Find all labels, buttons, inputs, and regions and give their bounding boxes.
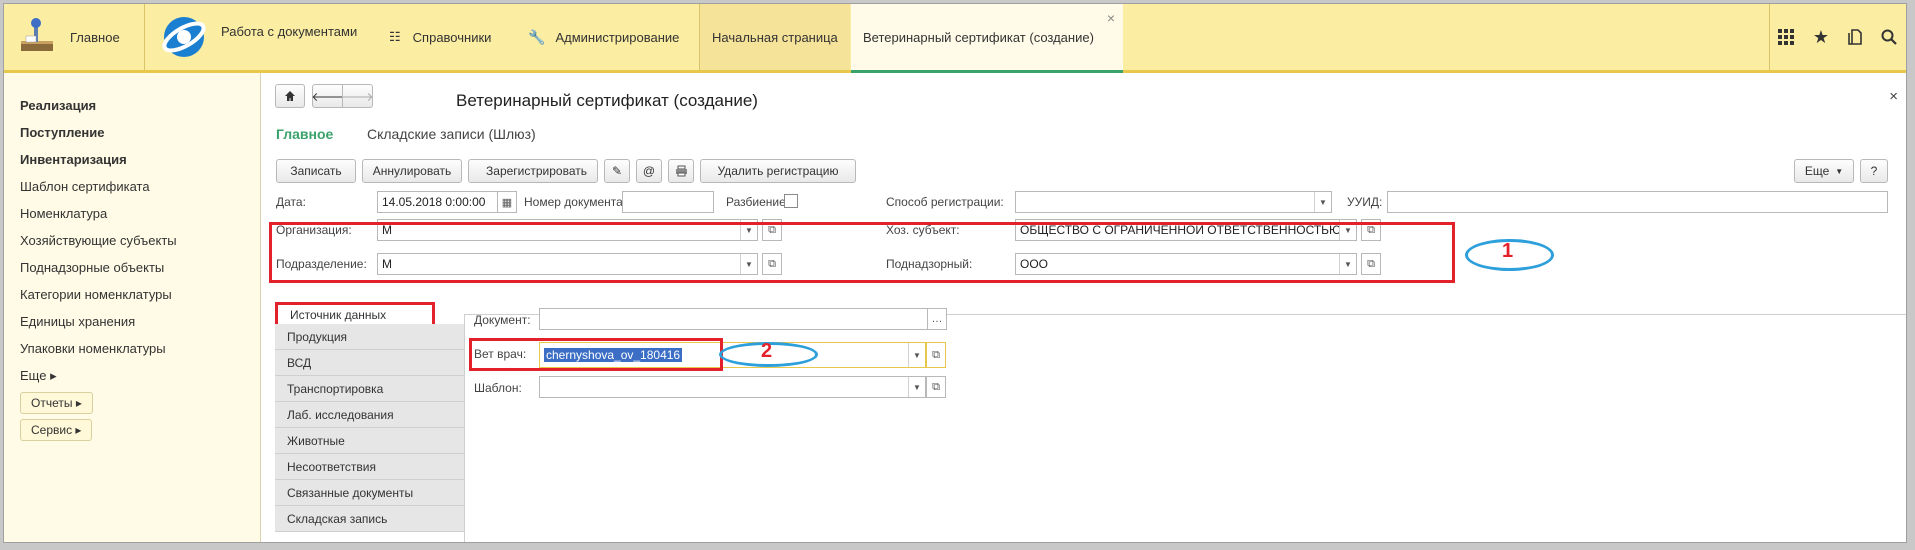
more-label: Еще: [1804, 164, 1830, 178]
top-section-bar: Главное Работа с документами ☷ Справочни…: [4, 4, 1906, 73]
tab-related-documents[interactable]: Связанные документы: [275, 480, 464, 506]
uuid-field[interactable]: [1387, 191, 1888, 213]
calendar-icon[interactable]: ▦: [497, 191, 517, 213]
chevron-down-icon[interactable]: ▼: [1314, 192, 1331, 212]
close-tab-icon[interactable]: ×: [1107, 10, 1115, 26]
tab-animals[interactable]: Животные: [275, 428, 464, 454]
section-admin[interactable]: 🔧 Администрирование: [528, 4, 679, 70]
tab-lab-research[interactable]: Лаб. исследования: [275, 402, 464, 428]
at-icon: @: [642, 164, 656, 178]
tab-vet-certificate-label: Ветеринарный сертификат (создание): [863, 29, 1094, 45]
section-documents[interactable]: Работа с документами: [145, 4, 378, 70]
nav-link-main[interactable]: Главное: [276, 126, 333, 142]
tab-start-page[interactable]: Начальная страница: [700, 4, 850, 70]
sidebar-item-packaging[interactable]: Упаковки номенклатуры: [20, 341, 166, 356]
close-form-icon[interactable]: ×: [1889, 88, 1898, 105]
more-button[interactable]: Еще ▼: [1794, 159, 1854, 183]
arrow-left-icon: 🡐: [311, 89, 344, 104]
service-button[interactable]: Сервис ▸: [20, 419, 93, 441]
sidebar-item-more[interactable]: Еще ▸: [20, 368, 57, 384]
tab-vsd[interactable]: ВСД: [275, 350, 464, 376]
divider: [1769, 4, 1770, 70]
date-label: Дата:: [276, 195, 306, 209]
tab-products[interactable]: Продукция: [275, 324, 464, 350]
document-label: Документ:: [474, 313, 531, 327]
date-field[interactable]: 14.05.2018 0:00:00: [377, 191, 498, 213]
nav-link-store-records[interactable]: Складские записи (Шлюз): [367, 126, 536, 142]
printer-icon: [675, 165, 687, 177]
section-admin-label: Администрирование: [555, 29, 680, 45]
document-number-field[interactable]: [622, 191, 714, 213]
split-checkbox[interactable]: [784, 194, 798, 208]
chevron-down-icon: ▼: [1835, 166, 1844, 176]
email-button[interactable]: @: [636, 159, 662, 183]
select-document-icon[interactable]: …: [927, 308, 947, 330]
sidebar-item-sales[interactable]: Реализация: [20, 98, 96, 113]
open-template-icon[interactable]: ⧉: [926, 376, 946, 398]
document-number-label: Номер документа:: [524, 195, 627, 209]
star-icon[interactable]: ★: [1806, 4, 1836, 70]
annotation-number-1: 1: [1502, 240, 1514, 262]
annotation-box-1: [269, 222, 1455, 283]
forward-button[interactable]: 🡒: [341, 84, 374, 108]
register-label: Зарегистрировать: [486, 164, 587, 178]
register-button[interactable]: Зарегистрировать: [468, 159, 598, 183]
list-icon: ☷: [389, 29, 401, 44]
open-vet-doctor-icon[interactable]: ⧉: [926, 342, 946, 368]
tab-transport[interactable]: Транспортировка: [275, 376, 464, 402]
documents-logo-icon: [162, 17, 206, 57]
tab-start-page-label: Начальная страница: [712, 29, 838, 45]
reports-button[interactable]: Отчеты ▸: [20, 392, 93, 414]
template-label: Шаблон:: [474, 381, 522, 395]
section-references[interactable]: ☷ Справочники: [389, 4, 491, 70]
uuid-label: УУИД:: [1347, 195, 1383, 209]
sidebar-item-business-entities[interactable]: Хозяйствующие субъекты: [20, 233, 177, 248]
section-home[interactable]: Главное: [4, 4, 144, 70]
apps-grid-icon[interactable]: [1771, 4, 1801, 70]
history-icon[interactable]: [1841, 4, 1871, 70]
form-area: 🡐 🡒 Ветеринарный сертификат (создание) ×…: [262, 73, 1906, 542]
print-button[interactable]: [668, 159, 694, 183]
section-documents-label: Работа с документами: [221, 23, 358, 39]
chevron-down-icon[interactable]: ▼: [908, 343, 925, 367]
sidebar-item-storage-units[interactable]: Единицы хранения: [20, 314, 135, 329]
wrench-icon: 🔧: [528, 28, 546, 45]
tab-panel-border: [464, 314, 465, 542]
tab-warehouse-record[interactable]: Складская запись: [275, 506, 464, 532]
annotation-number-2: 2: [761, 340, 773, 362]
arrow-right-icon: 🡒: [341, 89, 374, 104]
sidebar-item-inventory[interactable]: Инвентаризация: [20, 152, 127, 167]
pen-icon: ✎: [611, 164, 623, 178]
section-references-label: Справочники: [412, 29, 492, 45]
sidebar-item-supervised-objects[interactable]: Поднадзорные объекты: [20, 260, 164, 275]
sidebar-item-receipts[interactable]: Поступление: [20, 125, 105, 140]
sidebar-item-nomenclature[interactable]: Номенклатура: [20, 206, 107, 221]
page-title: Ветеринарный сертификат (создание): [456, 91, 758, 110]
sidebar-item-cert-template[interactable]: Шаблон сертификата: [20, 179, 150, 194]
app-window: Главное Работа с документами ☷ Справочни…: [3, 3, 1907, 543]
sign-button[interactable]: ✎: [604, 159, 630, 183]
annotation-box-2: [469, 338, 723, 371]
home-icon: [285, 91, 295, 101]
document-field[interactable]: [539, 308, 943, 330]
registration-method-label: Способ регистрации:: [886, 195, 1004, 209]
sidebar: Реализация Поступление Инвентаризация Ша…: [4, 73, 261, 542]
tab-nonconformities[interactable]: Несоответствия: [275, 454, 464, 480]
annul-button[interactable]: Аннулировать: [362, 159, 462, 183]
split-label: Разбиение:: [726, 195, 790, 209]
registration-method-select[interactable]: ▼: [1015, 191, 1332, 213]
delete-registration-button[interactable]: Удалить регистрацию: [700, 159, 856, 183]
template-field[interactable]: ▼: [539, 376, 926, 398]
section-home-label: Главное: [70, 29, 120, 45]
tab-vet-certificate[interactable]: Ветеринарный сертификат (создание) ×: [851, 4, 1123, 73]
chevron-down-icon[interactable]: ▼: [908, 377, 925, 397]
home-button[interactable]: [275, 84, 305, 108]
help-button[interactable]: ?: [1860, 159, 1888, 183]
save-button[interactable]: Записать: [276, 159, 356, 183]
back-button[interactable]: 🡐: [311, 84, 344, 108]
search-icon[interactable]: [1874, 4, 1904, 70]
desk-lamp-icon: [21, 18, 53, 51]
sidebar-item-nomenclature-categories[interactable]: Категории номенклатуры: [20, 287, 172, 302]
